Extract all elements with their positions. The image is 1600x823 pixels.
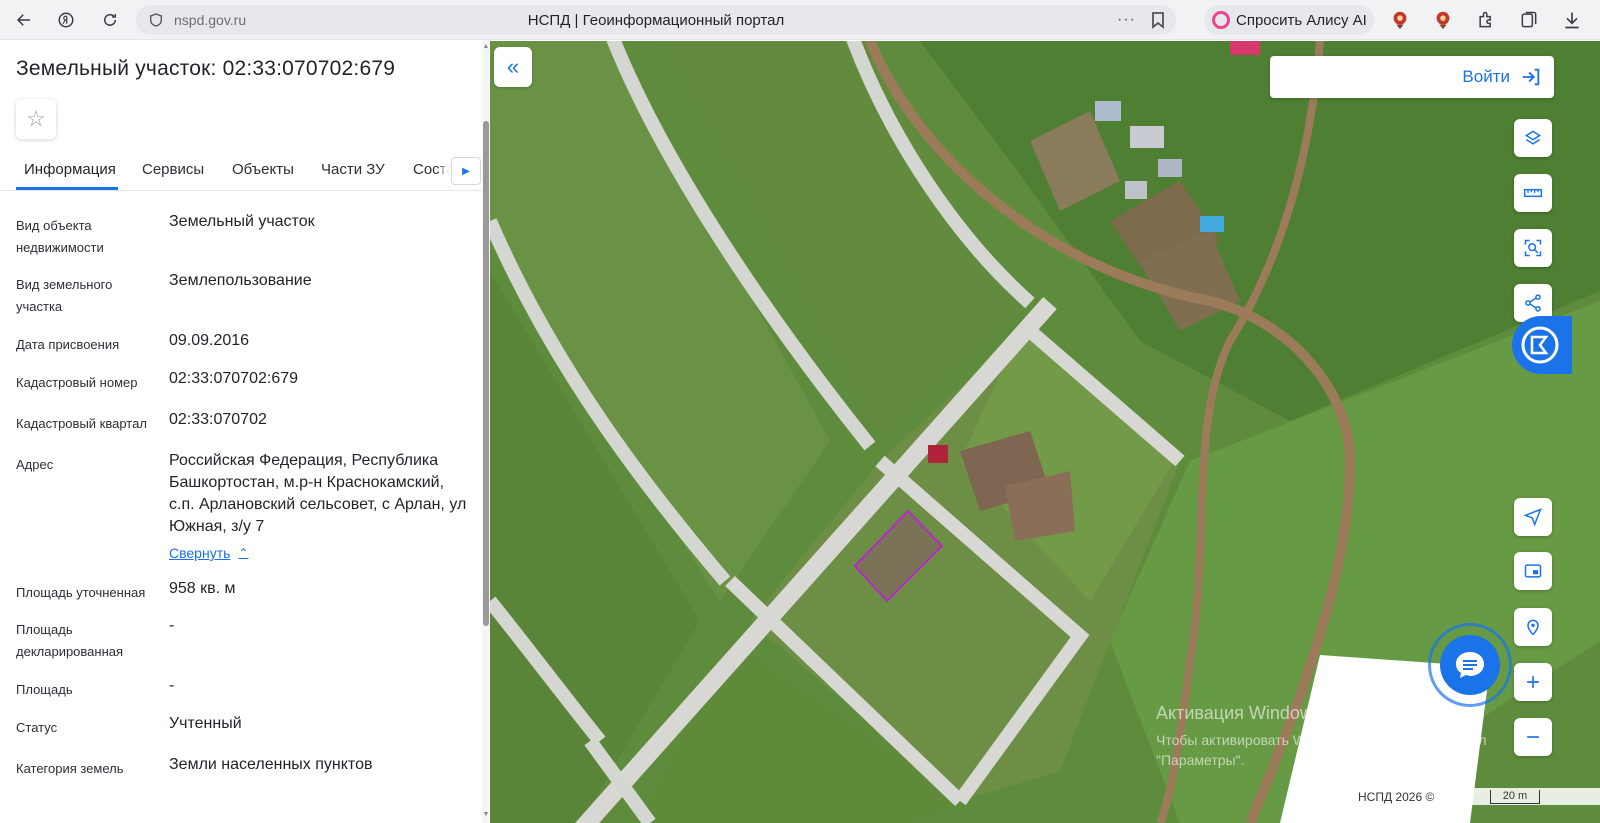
collapse-link-label: Свернуть bbox=[169, 545, 231, 561]
back-button[interactable] bbox=[6, 2, 42, 38]
layers-icon bbox=[1524, 130, 1542, 145]
extension-icon[interactable] bbox=[1388, 8, 1412, 32]
property-label: Площадь декларированная bbox=[16, 622, 124, 659]
tab-services[interactable]: Сервисы bbox=[142, 161, 204, 178]
property-value: - bbox=[169, 617, 175, 634]
property-value: - bbox=[169, 677, 175, 694]
zoom-out-button[interactable] bbox=[1514, 718, 1552, 756]
login-icon bbox=[1522, 68, 1540, 86]
chevron-up-icon: ⌃ bbox=[238, 546, 249, 560]
ask-alice-button[interactable]: Спросить Алису AI bbox=[1204, 5, 1374, 35]
page-title: НСПД | Геоинформационный портал bbox=[527, 11, 785, 29]
locate-icon bbox=[1523, 508, 1542, 527]
property-value: Учтенный bbox=[169, 715, 242, 732]
property-value: 02:33:070702 bbox=[169, 411, 267, 428]
map-attribution: НСПД 2026 © bbox=[1348, 788, 1600, 805]
tab-composition[interactable]: Соста bbox=[413, 161, 455, 178]
property-label: Адрес bbox=[16, 457, 54, 472]
property-label: Вид объекта недвижимости bbox=[16, 218, 104, 255]
yandex-button[interactable] bbox=[48, 2, 84, 38]
download-icon[interactable] bbox=[1560, 8, 1584, 32]
url-text: nspd.gov.ru bbox=[174, 12, 247, 28]
login-button[interactable]: Войти bbox=[1270, 56, 1554, 98]
property-value: Земли населенных пунктов bbox=[169, 756, 373, 773]
extension-icon[interactable] bbox=[1431, 8, 1455, 32]
zoom-in-icon bbox=[1527, 676, 1539, 688]
caret-right-icon: ▶ bbox=[462, 165, 470, 177]
address-bar[interactable]: nspd.gov.ru НСПД | Геоинформационный пор… bbox=[136, 5, 1176, 35]
property-value: Земельный участок bbox=[169, 213, 315, 230]
active-tab-indicator bbox=[16, 187, 118, 190]
share-icon bbox=[1525, 294, 1541, 312]
scroll-thumb[interactable] bbox=[483, 121, 489, 626]
alice-icon bbox=[1212, 11, 1230, 29]
tabs-scroll-right-button[interactable]: ▶ bbox=[451, 157, 481, 185]
shield-icon bbox=[150, 13, 162, 27]
property-label: Статус bbox=[16, 720, 58, 735]
bookmark-icon[interactable] bbox=[1150, 11, 1166, 34]
area-select-button[interactable] bbox=[1514, 229, 1552, 267]
double-chevron-left-icon: « bbox=[506, 54, 520, 79]
tab-information[interactable]: Информация bbox=[24, 161, 116, 178]
tab-bar: Информация Сервисы Объекты Части ЗУ Сост… bbox=[0, 149, 485, 191]
yandex-logo-icon bbox=[58, 12, 74, 28]
geo-search-button[interactable] bbox=[1514, 608, 1552, 646]
property-label: Площадь уточненная bbox=[16, 585, 146, 600]
layers-button[interactable] bbox=[1514, 119, 1552, 157]
minimap-icon bbox=[1524, 564, 1542, 578]
star-icon: ☆ bbox=[26, 106, 46, 131]
zoom-out-icon bbox=[1527, 736, 1539, 738]
zoom-in-button[interactable] bbox=[1514, 663, 1552, 701]
property-label: Кадастровый номер bbox=[16, 375, 138, 390]
locate-button[interactable] bbox=[1514, 498, 1552, 536]
chat-button[interactable] bbox=[1440, 635, 1500, 695]
alice-label: Спросить Алису AI bbox=[1236, 11, 1367, 29]
panel-title: Земельный участок: 02:33:070702:679 bbox=[16, 57, 396, 80]
property-value: Российская Федерация, Республика Башкорт… bbox=[169, 452, 467, 535]
scroll-down-icon[interactable]: ▼ bbox=[482, 811, 490, 818]
collapse-address-link[interactable]: Свернуть ⌃ bbox=[169, 545, 248, 561]
more-icon[interactable]: ··· bbox=[1117, 11, 1136, 29]
panel-scrollbar[interactable]: ▲ ▼ bbox=[482, 41, 490, 823]
scale-label: 20 m bbox=[1502, 790, 1528, 802]
arrow-left-icon bbox=[16, 14, 30, 26]
favorite-button[interactable]: ☆ bbox=[16, 99, 56, 139]
property-label: Категория земель bbox=[16, 761, 124, 776]
ruler-icon bbox=[1523, 188, 1543, 198]
attribution-text: НСПД 2026 © bbox=[1358, 789, 1435, 804]
property-label: Дата присвоения bbox=[16, 337, 120, 352]
browser-toolbar: nspd.gov.ru НСПД | Геоинформационный пор… bbox=[0, 0, 1600, 40]
object-info-panel: Земельный участок: 02:33:070702:679 ☆ Ин… bbox=[0, 41, 500, 823]
watermark-text-line-2: "Параметры". bbox=[1156, 752, 1245, 768]
watermark-title: Активация Windows bbox=[1156, 703, 1322, 723]
assistant-widget-button[interactable] bbox=[1512, 316, 1572, 374]
property-value: 02:33:070702:679 bbox=[169, 370, 299, 387]
scale-bar: 20 m bbox=[1490, 790, 1540, 804]
collections-icon[interactable] bbox=[1517, 8, 1541, 32]
collapse-panel-button[interactable]: « bbox=[494, 47, 532, 87]
reload-button[interactable] bbox=[92, 2, 128, 38]
property-value: 09.09.2016 bbox=[169, 332, 250, 349]
watermark-text-line-1: Чтобы активировать Windows, перейдите в … bbox=[1156, 732, 1487, 748]
tab-objects[interactable]: Объекты bbox=[232, 161, 294, 178]
minimap-button[interactable] bbox=[1514, 552, 1552, 590]
measure-button[interactable] bbox=[1514, 174, 1552, 212]
property-label: Вид земельного участка bbox=[16, 277, 113, 314]
chat-icon bbox=[1456, 652, 1484, 678]
reload-icon bbox=[104, 13, 116, 26]
scroll-up-icon[interactable]: ▲ bbox=[482, 43, 490, 50]
property-value: Землепользование bbox=[169, 272, 312, 289]
windows-activation-watermark: Активация Windows Чтобы активировать Win… bbox=[1156, 703, 1487, 770]
login-label: Войти bbox=[1462, 67, 1510, 86]
area-select-icon bbox=[1524, 239, 1542, 257]
property-label: Кадастровый квартал bbox=[16, 416, 147, 431]
map-view[interactable]: « Войти Активация Windows Чтобы активиро… bbox=[490, 41, 1600, 823]
tab-parts[interactable]: Части ЗУ bbox=[321, 161, 385, 178]
property-label: Площадь bbox=[16, 682, 73, 697]
assistant-logo-icon bbox=[1521, 326, 1559, 364]
puzzle-icon[interactable] bbox=[1474, 8, 1498, 32]
geo-search-icon bbox=[1527, 619, 1539, 636]
property-value: 958 кв. м bbox=[169, 580, 236, 597]
